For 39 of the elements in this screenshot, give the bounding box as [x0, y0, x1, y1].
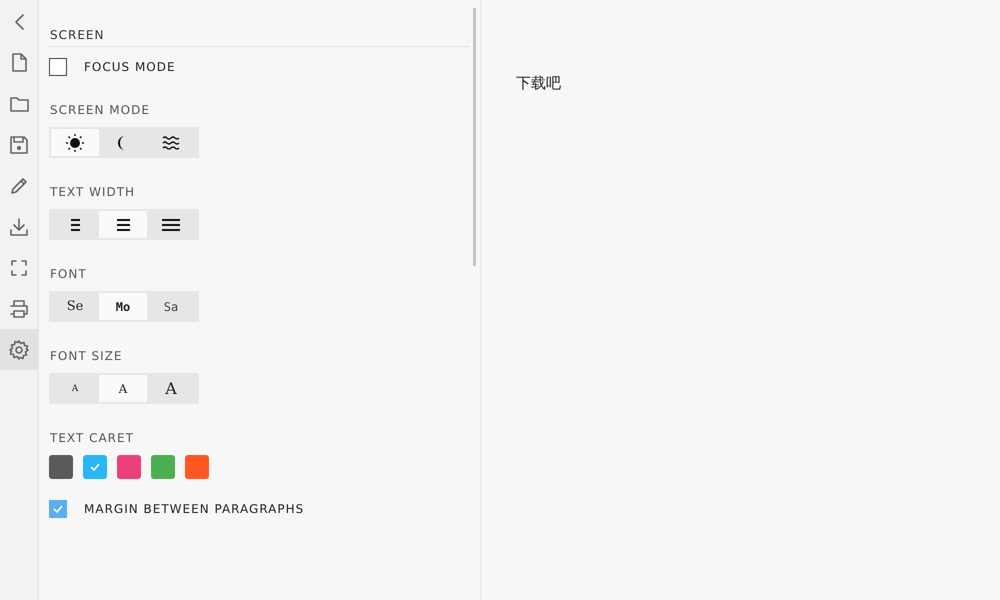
segment-option[interactable]: Se	[51, 293, 99, 320]
checkbox[interactable]	[49, 58, 67, 76]
download-icon	[9, 216, 29, 236]
color-swatch[interactable]	[83, 455, 107, 479]
printer-icon	[9, 298, 29, 318]
lines-icon	[116, 218, 130, 230]
section-heading: TEXT WIDTH	[50, 185, 136, 199]
section-title: SCREEN	[49, 20, 470, 47]
pencil-icon	[9, 176, 29, 196]
folder-icon	[8, 94, 30, 113]
settings-icon	[9, 340, 29, 360]
segment-option[interactable]: A	[147, 375, 195, 402]
document-text: 下载吧	[516, 74, 562, 93]
file-icon	[10, 52, 28, 73]
checkbox[interactable]	[49, 500, 67, 518]
section-heading: TEXT CARET	[50, 431, 135, 445]
section-heading: FONT	[50, 267, 88, 281]
fullscreen-icon	[10, 258, 28, 276]
checkbox-label: FOCUS MODE	[84, 60, 176, 74]
segment-option[interactable]: Mo	[99, 293, 147, 320]
checkbox-label: MARGIN BETWEEN PARAGRAPHS	[84, 502, 304, 516]
segment-option[interactable]: A	[51, 375, 99, 402]
color-swatch[interactable]	[49, 455, 73, 479]
save-icon	[9, 134, 29, 154]
section-heading: SCREEN MODE	[50, 103, 151, 117]
color-swatch[interactable]	[117, 455, 141, 479]
waves-icon	[162, 135, 180, 150]
sidebar-button[interactable]	[0, 329, 38, 370]
section-heading: FONT SIZE	[50, 349, 124, 363]
segment-option[interactable]	[51, 129, 99, 156]
scrollbar[interactable]	[473, 8, 476, 266]
segment-option[interactable]: Sa	[147, 293, 195, 320]
lines-icon	[162, 218, 180, 230]
sun-icon	[66, 134, 84, 152]
color-swatch[interactable]	[185, 455, 209, 479]
segment-option[interactable]	[99, 211, 147, 238]
segment-option[interactable]: A	[99, 375, 147, 402]
color-swatch[interactable]	[151, 455, 175, 479]
lines-icon	[70, 218, 80, 230]
